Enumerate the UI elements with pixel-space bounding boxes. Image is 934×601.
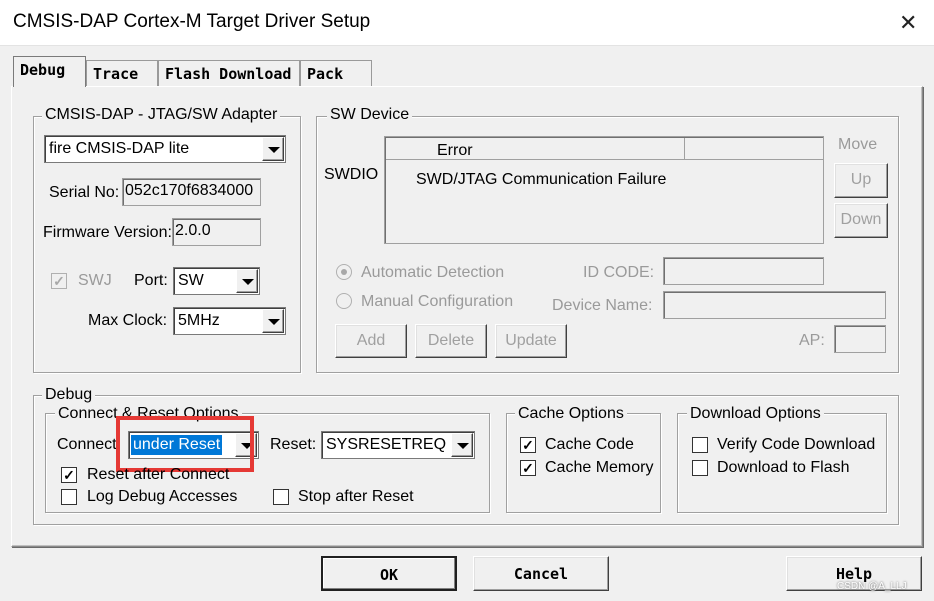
title-bar: CMSIS-DAP Cortex-M Target Driver Setup ✕ — [0, 0, 934, 46]
firmware-field: 2.0.0 — [172, 218, 261, 246]
move-down-button[interactable]: Down — [834, 203, 888, 238]
port-label: Port: — [134, 272, 168, 289]
debug-legend: Debug — [42, 386, 96, 404]
serial-field: 052c170f6834000 — [122, 178, 261, 206]
reset-select-value: SYSRESETREQ — [326, 436, 447, 453]
verify-download-checkbox[interactable] — [692, 437, 708, 453]
device-list-header — [386, 138, 685, 160]
cache-options-legend: Cache Options — [515, 405, 627, 423]
reset-label: Reset: — [270, 436, 317, 453]
serial-label: Serial No: — [49, 184, 120, 201]
maxclock-label: Max Clock: — [88, 312, 168, 329]
add-button[interactable]: Add — [335, 324, 407, 358]
manual-config-label: Manual Configuration — [361, 293, 514, 310]
swdio-label: SWDIO — [324, 166, 379, 183]
move-label: Move — [838, 136, 878, 153]
maxclock-select[interactable]: 5MHz — [173, 307, 286, 335]
adapter-select-value: fire CMSIS-DAP lite — [49, 140, 190, 157]
error-column-header: Error — [437, 142, 473, 159]
auto-detect-radio[interactable] — [336, 264, 352, 280]
id-code-field[interactable] — [663, 257, 824, 285]
tab-debug[interactable]: Debug — [13, 56, 86, 87]
chevron-down-icon[interactable] — [236, 269, 258, 293]
tab-pack[interactable]: Pack — [300, 60, 372, 86]
tab-trace[interactable]: Trace — [86, 60, 158, 86]
device-name-field[interactable] — [663, 291, 886, 319]
swj-label: SWJ — [78, 272, 112, 289]
tab-flash-download[interactable]: Flash Download — [158, 60, 300, 86]
cache-code-checkbox[interactable]: ✓ — [520, 437, 536, 453]
error-row-value: SWD/JTAG Communication Failure — [416, 171, 667, 188]
manual-config-radio[interactable] — [336, 293, 352, 309]
close-icon[interactable]: ✕ — [899, 12, 919, 34]
log-debug-checkbox[interactable] — [61, 489, 77, 505]
stop-after-reset-checkbox[interactable] — [273, 489, 289, 505]
maxclock-select-value: 5MHz — [178, 312, 220, 329]
reset-after-connect-checkbox[interactable]: ✓ — [61, 467, 77, 483]
cancel-button[interactable]: Cancel — [473, 556, 609, 591]
reset-select[interactable]: SYSRESETREQ — [321, 431, 475, 459]
port-select[interactable]: SW — [173, 267, 260, 295]
checkmark-icon: ✓ — [63, 467, 75, 483]
device-list[interactable]: Error SWD/JTAG Communication Failure — [384, 136, 824, 244]
chevron-down-icon[interactable] — [262, 309, 284, 333]
device-name-label: Device Name: — [552, 297, 653, 314]
cache-memory-checkbox[interactable]: ✓ — [520, 460, 536, 476]
annotation-highlight — [116, 416, 254, 472]
move-up-button[interactable]: Up — [834, 163, 888, 198]
update-button[interactable]: Update — [495, 324, 567, 358]
chevron-down-icon[interactable] — [262, 137, 284, 161]
sw-device-legend: SW Device — [327, 106, 413, 124]
firmware-label: Firmware Version: — [43, 224, 172, 241]
window-title: CMSIS-DAP Cortex-M Target Driver Setup — [13, 11, 371, 32]
swj-checkbox[interactable]: ✓ — [51, 273, 67, 289]
ap-label: AP: — [799, 332, 825, 349]
cache-code-label: Cache Code — [545, 436, 634, 453]
connect-label: Connect: — [57, 436, 122, 453]
verify-download-label: Verify Code Download — [717, 436, 876, 453]
chevron-down-icon[interactable] — [451, 433, 473, 457]
cache-memory-label: Cache Memory — [545, 459, 654, 476]
watermark: CSDN @A_LLJ — [837, 581, 907, 592]
download-options-legend: Download Options — [687, 405, 824, 423]
ok-button[interactable]: OK — [321, 556, 457, 591]
log-debug-label: Log Debug Accesses — [87, 488, 238, 505]
adapter-select[interactable]: fire CMSIS-DAP lite — [44, 135, 286, 163]
auto-detect-label: Automatic Detection — [361, 264, 505, 281]
port-select-value: SW — [178, 272, 204, 289]
reset-after-connect-label: Reset after Connect — [87, 466, 230, 483]
checkmark-icon: ✓ — [522, 460, 534, 476]
id-code-label: ID CODE: — [583, 264, 655, 281]
download-to-flash-label: Download to Flash — [717, 459, 850, 476]
stop-after-reset-label: Stop after Reset — [298, 488, 414, 505]
download-to-flash-checkbox[interactable] — [692, 460, 708, 476]
ap-field[interactable] — [834, 325, 886, 353]
adapter-legend: CMSIS-DAP - JTAG/SW Adapter — [42, 106, 281, 124]
checkmark-icon: ✓ — [522, 437, 534, 453]
device-list-header-blank — [685, 138, 823, 160]
delete-button[interactable]: Delete — [415, 324, 487, 358]
